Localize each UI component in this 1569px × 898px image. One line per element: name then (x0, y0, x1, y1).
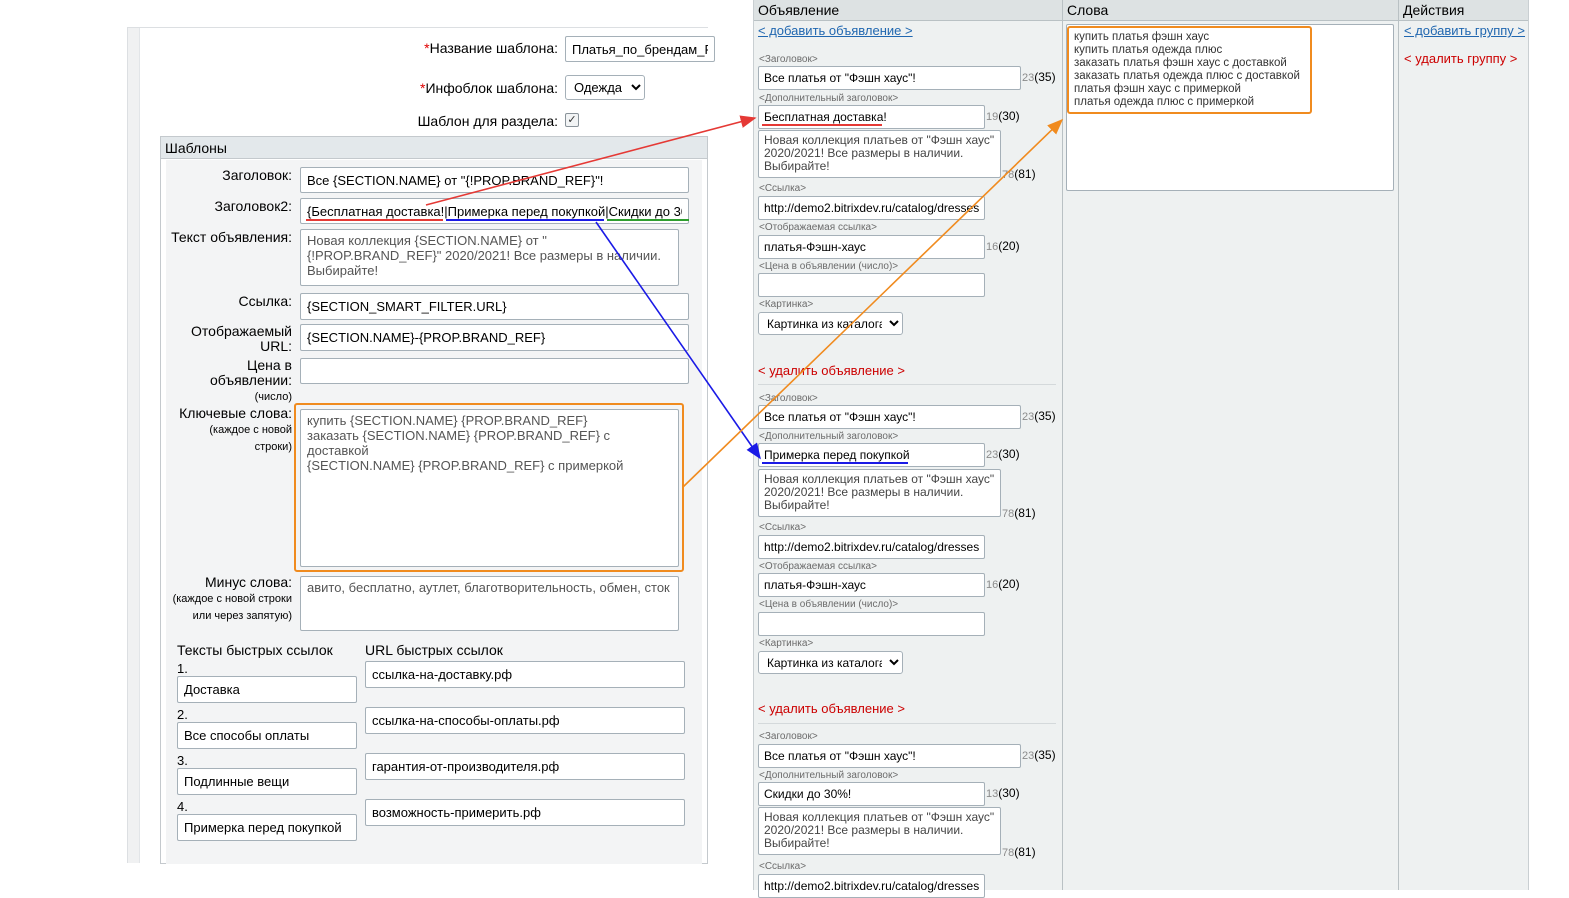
delete-ad-link[interactable]: < удалить объявление > (758, 363, 905, 378)
quick-link-text-input[interactable] (177, 814, 357, 841)
ad-price-input[interactable] (758, 612, 985, 636)
title-label: Заголовок: (222, 167, 292, 183)
ad-title-input[interactable] (758, 405, 1021, 429)
link-input[interactable] (300, 293, 689, 320)
blue-underline-variant-2 (446, 219, 604, 221)
price-input[interactable] (300, 358, 689, 384)
caption-link: <Ссылка> (759, 861, 807, 872)
col-divider (1062, 0, 1063, 890)
quick-link-url-input[interactable] (365, 753, 685, 780)
delete-ad-link[interactable]: < удалить объявление > (758, 701, 905, 716)
caption-picture: <Картинка> (759, 299, 814, 310)
col-header-ad: Объявление (754, 0, 1062, 21)
caption-title: <Заголовок> (759, 393, 818, 404)
caption-display: <Отображаемая ссылка> (759, 561, 877, 572)
display-url-label: Отображаемый URL: (191, 323, 292, 354)
caption-title2: <Дополнительный заголовок> (759, 770, 899, 781)
blue-underline-ad2 (762, 462, 908, 464)
price-label: Цена в объявлении: (число) (209, 357, 292, 404)
quick-link-text-input[interactable] (177, 768, 357, 795)
caption-picture: <Картинка> (759, 638, 814, 649)
ad-picture-select[interactable]: Картинка из каталога (758, 651, 903, 674)
ad-text-label: Текст объявления: (171, 229, 292, 245)
section-template-checkbox[interactable]: ✓ (565, 113, 579, 127)
ad-title-counter: 23(35) (1022, 409, 1056, 423)
red-underline-ad1 (762, 124, 882, 126)
caption-display: <Отображаемая ссылка> (759, 222, 877, 233)
quick-link-url-input[interactable] (365, 661, 685, 688)
link-label: Ссылка: (238, 293, 292, 309)
ad-separator (758, 384, 1056, 385)
keywords-textarea[interactable]: купить {SECTION.NAME} {PROP.BRAND_REF} з… (300, 409, 679, 567)
ad-text-counter: 78(81) (1002, 845, 1036, 859)
template-name-label: *Название шаблона: (424, 40, 558, 56)
keywords-label: Ключевые слова: (каждое с новой строки) (179, 405, 292, 454)
ad-display-input[interactable] (758, 235, 985, 259)
minus-words-textarea[interactable]: авито, бесплатно, аутлет, благотворитель… (300, 576, 679, 631)
ad-text-textarea[interactable]: Новая коллекция платьев от "Фэшн хаус" 2… (758, 807, 1001, 855)
green-underline-variant-3 (607, 219, 689, 221)
caption-title: <Заголовок> (759, 731, 818, 742)
ad-link-input[interactable] (758, 874, 985, 898)
quick-link-num: 1. (177, 661, 188, 676)
ad-title-counter: 23(35) (1022, 70, 1056, 84)
ad-text-textarea[interactable]: Новая коллекция платьев от "Фэшн хаус" 2… (758, 469, 1001, 517)
ad-picture-select[interactable]: Картинка из каталога (758, 312, 903, 335)
caption-price: <Цена в объявлении (число)> (759, 599, 899, 610)
quick-link-text-input[interactable] (177, 676, 357, 703)
minus-words-label: Минус слова: (каждое с новой строки или че… (172, 574, 292, 623)
ad-title2-input[interactable] (758, 782, 985, 806)
ad-text-textarea[interactable]: Новая коллекция платьев от "Фэшн хаус" 2… (758, 130, 1001, 178)
ad-display-input[interactable] (758, 573, 985, 597)
ad-display-counter: 16(20) (986, 239, 1020, 253)
add-ad-link[interactable]: < добавить объявление > (758, 23, 913, 38)
col-divider (1398, 0, 1399, 890)
ad-title-input[interactable] (758, 66, 1021, 90)
ad-text-textarea[interactable]: Новая коллекция {SECTION.NAME} от "{!PRO… (300, 229, 679, 286)
quick-link-num: 4. (177, 799, 188, 814)
ad-title-counter: 23(35) (1022, 748, 1056, 762)
add-group-link[interactable]: < добавить группу > (1404, 23, 1525, 38)
title-input[interactable] (300, 167, 689, 193)
caption-title2: <Дополнительный заголовок> (759, 93, 899, 104)
quick-link-num: 3. (177, 753, 188, 768)
ad-price-input[interactable] (758, 273, 985, 297)
ad-link-input[interactable] (758, 535, 985, 559)
quick-link-url-input[interactable] (365, 799, 685, 826)
section-template-label: Шаблон для раздела: (417, 113, 558, 129)
delete-group-link[interactable]: < удалить группу > (1404, 51, 1517, 66)
iblock-label: *Инфоблок шаблона: (420, 80, 558, 96)
quick-link-url-input[interactable] (365, 707, 685, 734)
ad-text-counter: 78(81) (1002, 167, 1036, 181)
caption-title: <Заголовок> (759, 54, 818, 65)
words-list: купить платья фэшн хаус купить платья од… (1067, 26, 1312, 114)
template-name-input[interactable] (565, 36, 715, 62)
col-header-words: Слова (1063, 0, 1398, 21)
ad-title2-counter: 13(30) (986, 786, 1020, 800)
templates-header: Шаблоны (161, 137, 707, 159)
ad-title-input[interactable] (758, 744, 1021, 768)
ad-title2-counter: 23(30) (986, 447, 1020, 461)
iblock-select[interactable]: Одежда (565, 75, 645, 100)
title2-label: Заголовок2: (214, 198, 293, 214)
ad-display-counter: 16(20) (986, 577, 1020, 591)
col-header-actions: Действия (1399, 0, 1528, 21)
caption-link: <Ссылка> (759, 183, 807, 194)
ad-text-counter: 78(81) (1002, 506, 1036, 520)
ad-separator (758, 723, 1056, 724)
caption-price: <Цена в объявлении (число)> (759, 261, 899, 272)
caption-title2: <Дополнительный заголовок> (759, 431, 899, 442)
quick-urls-header: URL быстрых ссылок (365, 642, 503, 658)
caption-link: <Ссылка> (759, 522, 807, 533)
ad-link-input[interactable] (758, 196, 985, 220)
quick-link-num: 2. (177, 707, 188, 722)
ad-title2-counter: 19(30) (986, 109, 1020, 123)
quick-link-text-input[interactable] (177, 722, 357, 749)
display-url-input[interactable] (300, 324, 689, 351)
quick-texts-header: Тексты быстрых ссылок (177, 642, 333, 658)
red-underline-variant-1 (306, 219, 443, 221)
